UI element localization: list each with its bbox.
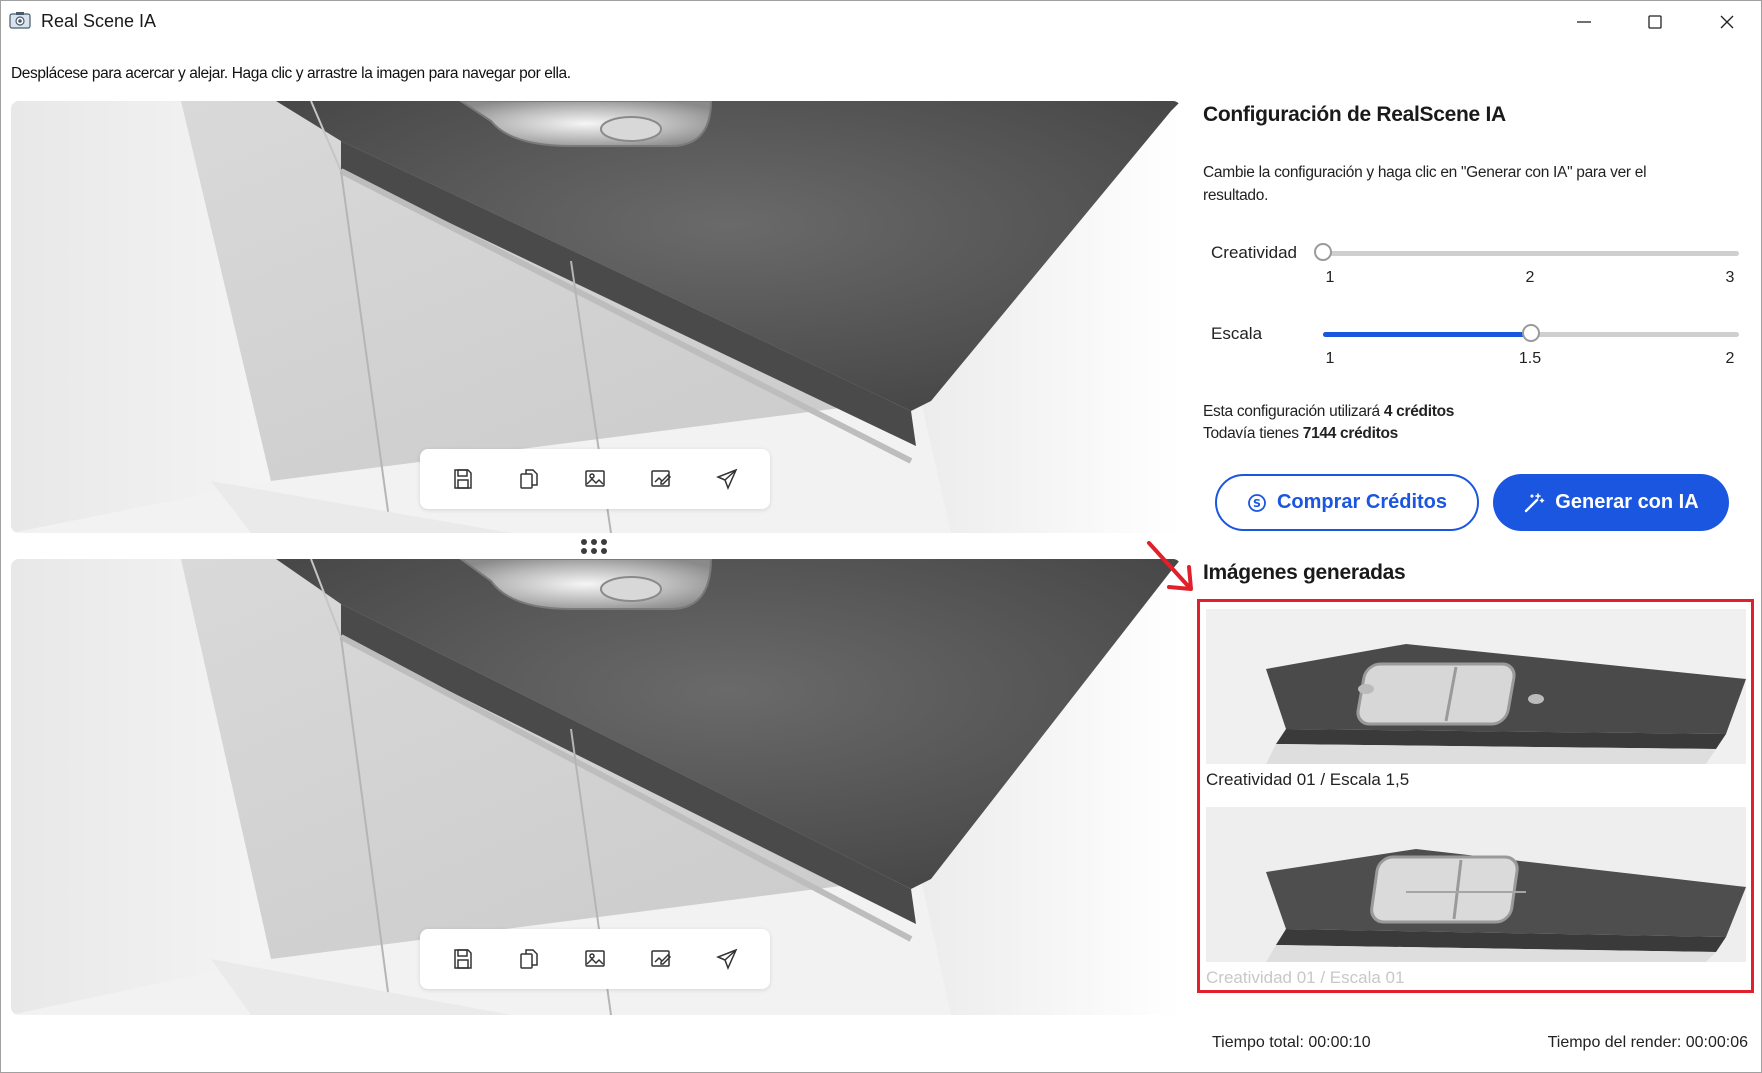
generated-image-caption: Creatividad 01 / Escala 1,5 bbox=[1206, 770, 1410, 789]
panel-title: Configuración de RealScene IA bbox=[1203, 103, 1506, 126]
image-icon bbox=[585, 950, 605, 967]
viewer-toolbar bbox=[420, 449, 770, 509]
creatividad-tick: 1 bbox=[1325, 269, 1335, 286]
viewer-toolbar bbox=[420, 929, 770, 989]
total-time: Tiempo total: 00:00:10 bbox=[1212, 1034, 1371, 1051]
generate-ai-label: Generar con IA bbox=[1555, 491, 1699, 513]
generated-image-thumbnail[interactable] bbox=[1206, 807, 1746, 962]
edit-image-icon bbox=[651, 950, 672, 967]
copy-button[interactable] bbox=[511, 461, 547, 497]
generated-images-list[interactable]: Creatividad 01 / Escala 1,5 Creatividad … bbox=[1197, 599, 1754, 993]
credits-info: Esta configuración utilizará 4 créditos … bbox=[1203, 401, 1454, 445]
creatividad-tick: 3 bbox=[1725, 269, 1735, 286]
magic-wand-icon bbox=[1525, 492, 1545, 512]
save-button[interactable] bbox=[445, 941, 481, 977]
app-window: Real Scene IA Desplácese para acercar y … bbox=[0, 0, 1762, 1073]
generate-ai-button[interactable]: Generar con IA bbox=[1493, 474, 1729, 531]
ai-result-viewer[interactable] bbox=[11, 559, 1181, 1015]
creatividad-slider-thumb[interactable] bbox=[1314, 243, 1332, 261]
generated-images-title: Imágenes generadas bbox=[1203, 561, 1406, 584]
credits-have-text: Todavía tienes bbox=[1203, 425, 1303, 442]
copy-icon bbox=[520, 469, 538, 489]
panel-description: Cambie la configuración y haga clic en "… bbox=[1203, 164, 1647, 204]
buy-credits-button[interactable]: S Comprar Créditos bbox=[1215, 474, 1479, 531]
annotation-arrow-icon bbox=[1147, 541, 1193, 591]
save-button[interactable] bbox=[445, 461, 481, 497]
send-button[interactable] bbox=[709, 461, 745, 497]
generated-image-thumbnail[interactable] bbox=[1206, 609, 1746, 764]
image-icon bbox=[585, 470, 605, 487]
edit-image-icon bbox=[651, 470, 672, 487]
escala-tick: 1 bbox=[1325, 350, 1335, 367]
credits-uses-text: Esta configuración utilizará bbox=[1203, 403, 1384, 420]
image-button[interactable] bbox=[577, 461, 613, 497]
generated-image bbox=[1206, 807, 1746, 962]
navigation-hint: Desplácese para acercar y alejar. Haga c… bbox=[11, 65, 571, 82]
escala-label: Escala bbox=[1211, 324, 1263, 343]
credits-uses-value: 4 créditos bbox=[1383, 403, 1455, 420]
window-title: Real Scene IA bbox=[41, 11, 157, 31]
send-icon bbox=[716, 468, 738, 490]
escala-tick: 1.5 bbox=[1518, 350, 1542, 367]
copy-icon bbox=[520, 949, 538, 969]
creatividad-tick: 2 bbox=[1525, 269, 1535, 286]
settings-panel: Configuración de RealScene IA Cambie la … bbox=[1197, 1, 1754, 1072]
generated-image-caption: Creatividad 01 / Escala 01 bbox=[1206, 968, 1405, 987]
creatividad-slider[interactable] bbox=[1314, 243, 1739, 261]
escala-slider-fill bbox=[1323, 332, 1531, 337]
buy-credits-label: Comprar Créditos bbox=[1276, 491, 1448, 513]
send-button[interactable] bbox=[709, 941, 745, 977]
image-button[interactable] bbox=[577, 941, 613, 977]
send-icon bbox=[716, 948, 738, 970]
camera-icon bbox=[9, 12, 31, 29]
escala-tick: 2 bbox=[1725, 350, 1735, 367]
viewer-splitter-handle[interactable] bbox=[576, 534, 612, 558]
escala-slider-thumb[interactable] bbox=[1522, 324, 1540, 342]
original-render-viewer[interactable] bbox=[11, 101, 1181, 533]
save-icon bbox=[454, 949, 472, 969]
coin-icon: S bbox=[1248, 493, 1266, 512]
escala-slider[interactable] bbox=[1323, 324, 1739, 342]
svg-text:S: S bbox=[1253, 497, 1261, 510]
render-time: Tiempo del render: 00:00:06 bbox=[1547, 1034, 1748, 1051]
generated-image bbox=[1206, 609, 1746, 764]
save-icon bbox=[454, 469, 472, 489]
edit-image-button[interactable] bbox=[643, 461, 679, 497]
edit-image-button[interactable] bbox=[643, 941, 679, 977]
creatividad-label: Creatividad bbox=[1211, 243, 1297, 262]
copy-button[interactable] bbox=[511, 941, 547, 977]
credits-have-value: 7144 créditos bbox=[1302, 425, 1398, 442]
